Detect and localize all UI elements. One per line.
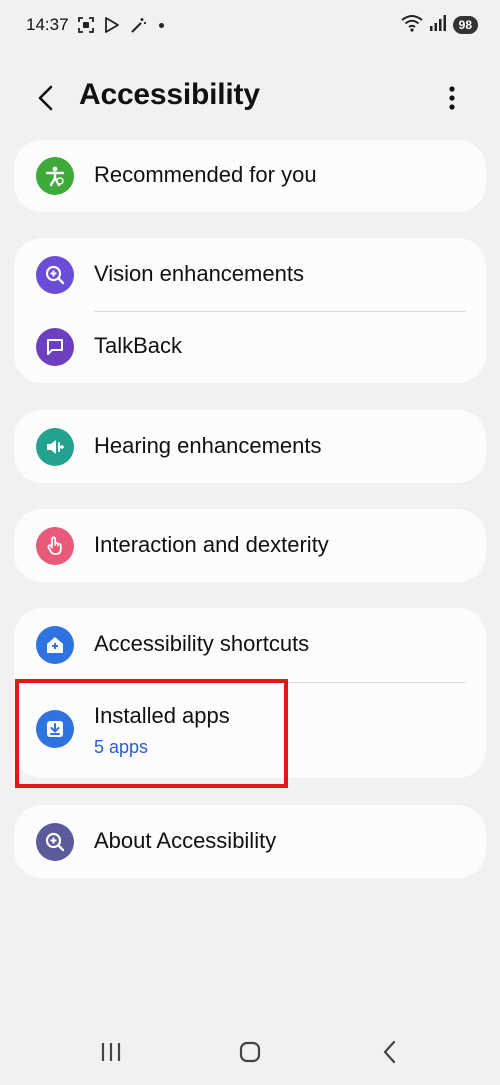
navigation-bar — [0, 1020, 500, 1085]
touch-hand-icon — [36, 527, 74, 565]
row-label-talkback: TalkBack — [94, 333, 183, 358]
row-interaction[interactable]: Interaction and dexterity — [14, 509, 486, 582]
zoom-plus-icon — [36, 256, 74, 294]
row-talkback[interactable]: TalkBack — [14, 312, 486, 383]
chevron-left-icon — [38, 85, 53, 111]
row-label-recommended: Recommended for you — [94, 162, 317, 187]
status-bar: 14:37 98 — [0, 0, 500, 50]
nav-back-button[interactable] — [372, 1036, 408, 1068]
card-vision-talkback: Vision enhancements TalkBack — [14, 238, 486, 383]
row-label-installed: Installed apps — [94, 703, 230, 728]
row-hearing[interactable]: Hearing enhancements — [14, 410, 486, 483]
status-time: 14:37 — [26, 15, 69, 34]
accessibility-person-icon — [36, 157, 74, 195]
row-label-vision: Vision enhancements — [94, 261, 304, 286]
recents-button[interactable] — [93, 1036, 129, 1068]
home-plus-icon — [36, 626, 74, 664]
hearing-icon — [36, 428, 74, 466]
more-options-button[interactable] — [436, 82, 468, 114]
card-interaction: Interaction and dexterity — [14, 509, 486, 582]
card-about: About Accessibility — [14, 805, 486, 878]
row-sub-installed: 5 apps — [94, 737, 149, 757]
row-about[interactable]: About Accessibility — [14, 805, 486, 878]
row-label-about: About Accessibility — [94, 828, 277, 853]
play-store-icon — [103, 16, 121, 34]
info-zoom-icon — [36, 823, 74, 861]
card-recommended: Recommended for you — [14, 140, 486, 212]
back-button[interactable] — [30, 82, 62, 114]
battery-badge: 98 — [452, 16, 478, 34]
status-left: 14:37 — [26, 15, 164, 35]
signal-icon — [429, 14, 447, 37]
row-shortcuts[interactable]: Accessibility shortcuts — [14, 608, 486, 681]
recents-icon — [101, 1043, 121, 1061]
back-icon — [383, 1040, 396, 1064]
row-label-hearing: Hearing enhancements — [94, 433, 322, 458]
card-shortcuts-installed: Accessibility shortcuts Installed apps 5… — [14, 608, 486, 778]
row-vision[interactable]: Vision enhancements — [14, 238, 486, 311]
row-label-shortcuts: Accessibility shortcuts — [94, 631, 310, 656]
page-title: Accessibility — [79, 78, 260, 111]
download-box-icon — [36, 710, 74, 748]
more-vertical-icon — [449, 86, 455, 110]
home-icon — [239, 1041, 261, 1063]
card-hearing: Hearing enhancements — [14, 410, 486, 483]
wifi-icon — [401, 14, 423, 37]
row-recommended[interactable]: Recommended for you — [14, 140, 486, 212]
status-right: 98 — [401, 14, 478, 37]
notification-dot — [158, 22, 164, 28]
screenshot-icon — [77, 16, 95, 34]
magic-wand-icon — [129, 16, 147, 34]
message-icon — [36, 328, 74, 366]
app-bar: Accessibility — [0, 70, 500, 126]
row-label-interaction: Interaction and dexterity — [94, 532, 329, 557]
row-installed-apps[interactable]: Installed apps 5 apps — [14, 683, 486, 778]
home-button[interactable] — [232, 1036, 268, 1068]
